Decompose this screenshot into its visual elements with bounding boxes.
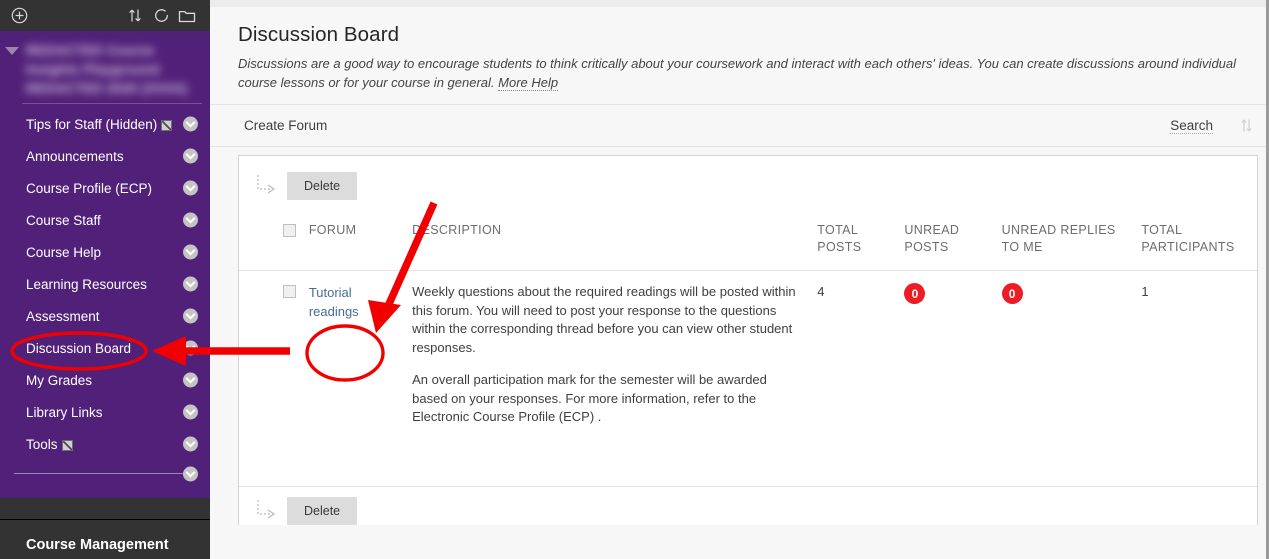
sidebar-divider: [14, 473, 188, 474]
sidebar-item-label: Assessment: [26, 308, 100, 324]
row-select-cell: [239, 271, 303, 435]
main-content: Discussion Board Discussions are a good …: [210, 0, 1269, 559]
sidebar-item-my-grades[interactable]: My Grades: [0, 364, 210, 396]
course-management-label: Course Management: [26, 537, 169, 553]
delete-button-bottom[interactable]: Delete: [287, 497, 358, 525]
page-description-text: Discussions are a good way to encourage …: [238, 56, 1237, 90]
chevron-down-icon[interactable]: [183, 308, 198, 324]
chevron-down-icon[interactable]: [183, 116, 198, 132]
sidebar-item-discussion-board[interactable]: Discussion Board: [0, 332, 210, 364]
create-forum-button[interactable]: Create Forum: [244, 118, 327, 133]
dotted-pointer-icon: [253, 173, 283, 199]
action-bar: Create Forum Search: [210, 104, 1266, 147]
hidden-item-icon: [161, 119, 173, 131]
column-forum[interactable]: FORUM: [302, 212, 407, 271]
page-header: Discussion Board Discussions are a good …: [210, 7, 1266, 104]
course-title-text: REDACTED Course Insights Playground REDA…: [26, 43, 188, 96]
forums-table-body: Tutorial readings Weekly questions about…: [239, 271, 1257, 435]
select-all-checkbox[interactable]: [283, 224, 296, 237]
sidebar-nav: Tips for Staff (Hidden) Announcements Co…: [0, 104, 210, 488]
course-menu-sidebar: REDACTED Course Insights Playground REDA…: [0, 0, 210, 559]
delete-button-top[interactable]: Delete: [287, 172, 358, 200]
sidebar-item-course-profile[interactable]: Course Profile (ECP): [0, 172, 210, 204]
sidebar-item-label: Tools: [26, 436, 58, 452]
sidebar-dark-strip: [0, 498, 210, 519]
total-posts-cell: 4: [817, 284, 825, 299]
sidebar-item-assessment[interactable]: Assessment: [0, 300, 210, 332]
search-button[interactable]: Search: [1170, 118, 1213, 134]
sidebar-item-label: My Grades: [26, 372, 93, 388]
sort-arrows-icon[interactable]: [1239, 117, 1254, 134]
content-top-strip: [210, 0, 1266, 7]
sidebar-item-library-links[interactable]: Library Links: [0, 396, 210, 428]
add-circle-icon[interactable]: [6, 3, 32, 29]
sidebar-item-learning-resources[interactable]: Learning Resources: [0, 268, 210, 300]
course-management-section[interactable]: Course Management: [0, 519, 210, 559]
column-description[interactable]: DESCRIPTION: [406, 212, 812, 271]
course-title-divider: [22, 103, 202, 104]
top-action-row: Delete: [239, 156, 1257, 212]
forum-list-panel: Delete FORUM DESCRIPTION TOTAL POSTS UNR…: [238, 155, 1258, 525]
sidebar-item-label: Learning Resources: [26, 276, 147, 292]
sidebar-item-label: Discussion Board: [26, 340, 132, 356]
unread-posts-badge: 0: [904, 283, 926, 304]
chevron-down-icon[interactable]: [183, 180, 198, 196]
bottom-action-row: Delete: [239, 486, 1257, 525]
sidebar-item-label: Course Staff: [26, 212, 101, 228]
chevron-down-icon[interactable]: [183, 244, 198, 260]
sidebar-item-label: Tips for Staff (Hidden): [26, 116, 158, 132]
sidebar-item-announcements[interactable]: Announcements: [0, 140, 210, 172]
page-title: Discussion Board: [238, 23, 400, 46]
chevron-down-icon[interactable]: [183, 404, 198, 420]
forums-table-head: FORUM DESCRIPTION TOTAL POSTS UNREAD POS…: [239, 212, 1257, 271]
hidden-item-icon: [61, 439, 73, 451]
sidebar-filler: [0, 488, 210, 498]
sidebar-item-course-help[interactable]: Course Help: [0, 236, 210, 268]
sidebar-item-label: Course Profile (ECP): [26, 180, 153, 196]
table-header-row: FORUM DESCRIPTION TOTAL POSTS UNREAD POS…: [239, 212, 1257, 271]
app-root: REDACTED Course Insights Playground REDA…: [0, 0, 1269, 559]
unread-posts-cell: 0: [898, 271, 995, 435]
sidebar-item-course-staff[interactable]: Course Staff: [0, 204, 210, 236]
row-checkbox[interactable]: [283, 285, 296, 298]
column-unread-posts[interactable]: UNREAD POSTS: [898, 212, 996, 271]
chevron-down-icon[interactable]: [183, 148, 198, 164]
forum-link-tutorial-readings[interactable]: Tutorial readings: [309, 283, 400, 321]
sidebar-item-label: Announcements: [26, 148, 124, 164]
unread-replies-badge: 0: [1001, 283, 1023, 304]
more-help-link[interactable]: More Help: [498, 75, 559, 91]
table-row: Tutorial readings Weekly questions about…: [239, 271, 1257, 435]
column-select-all: [239, 212, 303, 271]
chevron-down-icon[interactable]: [183, 466, 198, 482]
sidebar-toolbar: [0, 0, 210, 31]
column-total-posts[interactable]: TOTAL POSTS: [811, 212, 899, 271]
course-title-block[interactable]: REDACTED Course Insights Playground REDA…: [0, 31, 210, 104]
page-description: Discussions are a good way to encourage …: [238, 54, 1238, 92]
forum-name-cell: Tutorial readings: [303, 271, 406, 435]
refresh-icon[interactable]: [148, 3, 174, 29]
column-total-participants[interactable]: TOTAL PARTICIPANTS: [1135, 212, 1257, 271]
chevron-down-icon[interactable]: [183, 372, 198, 388]
chevron-down-icon[interactable]: [183, 276, 198, 292]
sidebar-item-tips-for-staff[interactable]: Tips for Staff (Hidden): [0, 108, 210, 140]
chevron-down-icon[interactable]: [183, 212, 198, 228]
sidebar-item-label: Course Help: [26, 244, 102, 260]
forums-table: FORUM DESCRIPTION TOTAL POSTS UNREAD POS…: [239, 212, 1257, 435]
collapse-caret-icon[interactable]: [5, 47, 19, 55]
reorder-arrows-icon[interactable]: [122, 3, 148, 29]
sidebar-item-tools[interactable]: Tools: [0, 428, 210, 460]
description-paragraph-2: An overall participation mark for the se…: [412, 372, 767, 424]
dotted-pointer-icon: [253, 498, 283, 524]
chevron-down-icon[interactable]: [183, 436, 198, 452]
chevron-down-icon[interactable]: [183, 340, 198, 356]
column-unread-replies-to-me[interactable]: UNREAD REPLIES TO ME: [995, 212, 1136, 271]
forum-description-cell: Weekly questions about the required read…: [406, 271, 811, 435]
description-paragraph-1: Weekly questions about the required read…: [412, 284, 796, 355]
sidebar-item-label: Library Links: [26, 404, 103, 420]
total-participants-cell: 1: [1141, 284, 1149, 299]
sidebar-divider-row: [0, 460, 210, 488]
folder-icon[interactable]: [174, 3, 200, 29]
unread-replies-cell: 0: [996, 271, 1136, 435]
